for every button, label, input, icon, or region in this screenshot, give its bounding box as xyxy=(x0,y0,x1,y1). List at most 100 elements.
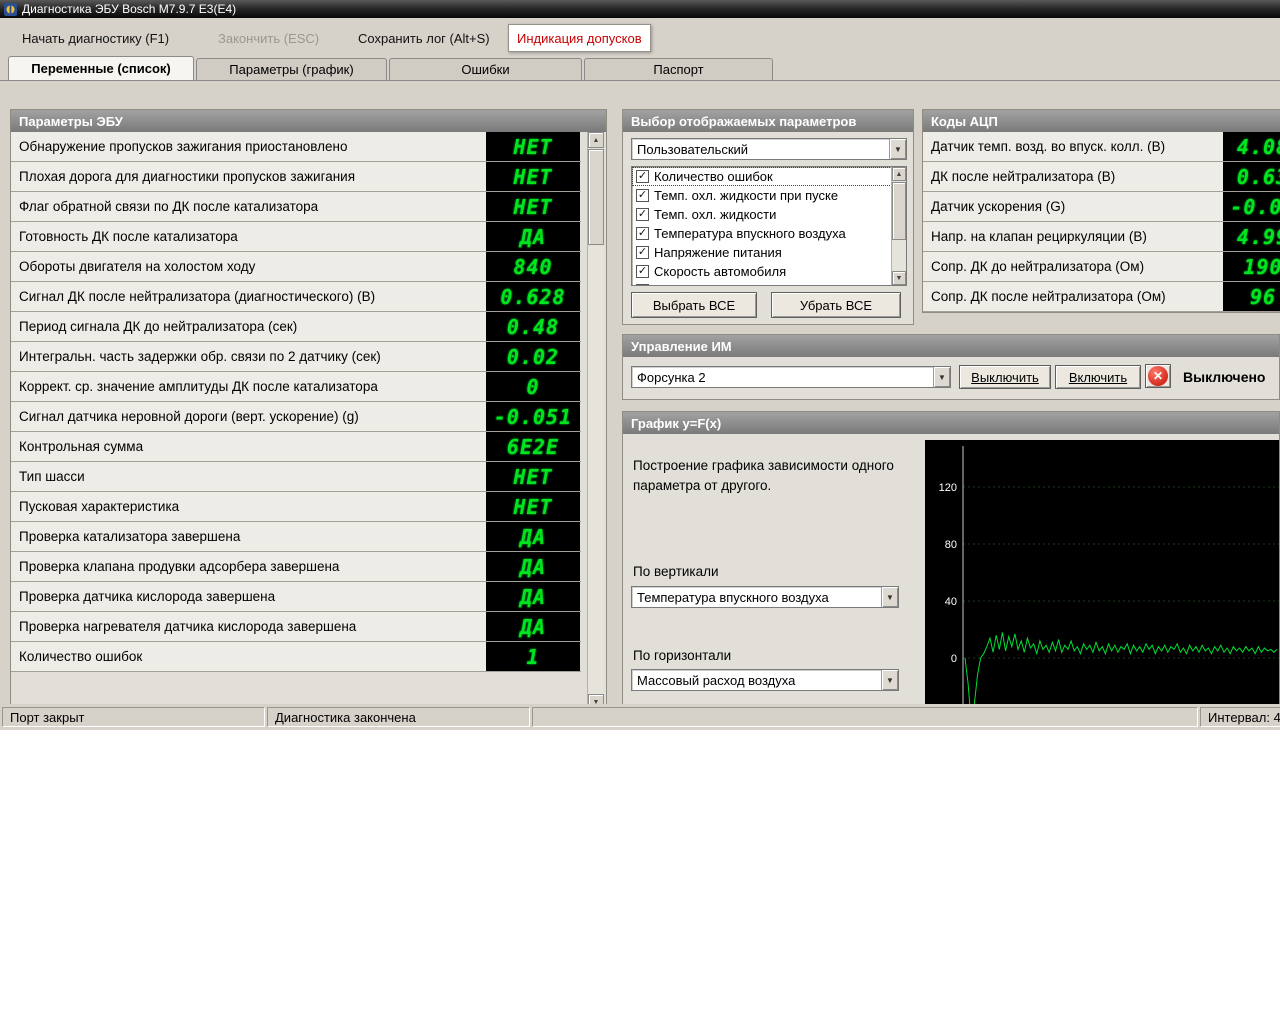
chevron-down-icon[interactable]: ▼ xyxy=(881,587,898,607)
checklist-item[interactable]: ✓Напряжение питания xyxy=(632,243,906,262)
param-label: Тип шасси xyxy=(11,462,486,491)
tab-passport[interactable]: Паспорт xyxy=(584,58,773,80)
param-value: 1 xyxy=(486,642,580,671)
app-icon xyxy=(4,3,17,16)
param-value: 190 xyxy=(1223,252,1280,281)
checkbox-icon[interactable]: ✓ xyxy=(636,246,649,259)
table-row[interactable]: Плохая дорога для диагностики пропусков … xyxy=(11,162,581,192)
param-label: Контрольная сумма xyxy=(11,432,486,461)
horizontal-axis-label: По горизонтали xyxy=(633,648,731,663)
scroll-up-icon[interactable]: ▲ xyxy=(588,132,604,148)
param-value: 840 xyxy=(486,252,580,281)
table-row[interactable]: Напр. на клапан рециркуляции (В)4.99 xyxy=(923,222,1280,252)
actuator-dropdown[interactable]: Форсунка 2 ▼ xyxy=(631,366,951,388)
table-row[interactable]: Сопр. ДК после нейтрализатора (Ом)96 xyxy=(923,282,1280,312)
save-log-button[interactable]: Сохранить лог (Alt+S) xyxy=(350,27,498,49)
preset-dropdown[interactable]: Пользовательский ▼ xyxy=(631,138,907,160)
table-row[interactable]: ДК после нейтрализатора (В)0.63 xyxy=(923,162,1280,192)
param-label: Проверка датчика кислорода завершена xyxy=(11,582,486,611)
checklist-scrollbar[interactable]: ▲ ▼ xyxy=(891,167,906,285)
table-row[interactable]: Готовность ДК после катализатораДА xyxy=(11,222,581,252)
checklist-item[interactable]: ✓ Темп. охл. жидкости при пуске xyxy=(632,186,906,205)
clear-all-button[interactable]: Убрать ВСЕ xyxy=(771,292,901,318)
select-all-button[interactable]: Выбрать ВСЕ xyxy=(631,292,757,318)
checkbox-icon[interactable]: ✓ xyxy=(636,227,649,240)
checklist-item[interactable]: ✓ xyxy=(632,281,906,286)
status-interval: Интервал: 4 xyxy=(1200,707,1280,727)
start-diagnostics-button[interactable]: Начать диагностику (F1) xyxy=(14,27,177,49)
table-row[interactable]: Тип шассиНЕТ xyxy=(11,462,581,492)
horizontal-axis-dropdown[interactable]: Массовый расход воздуха ▼ xyxy=(631,669,899,691)
vertical-axis-dropdown[interactable]: Температура впускного воздуха ▼ xyxy=(631,586,899,608)
actuator-off-button[interactable]: Выключить xyxy=(959,365,1051,389)
tolerance-indication-button[interactable]: Индикация допусков xyxy=(508,24,651,52)
param-value: НЕТ xyxy=(486,192,580,221)
table-row[interactable]: Датчик ускорения (G)-0.05 xyxy=(923,192,1280,222)
scrollbar-thumb[interactable] xyxy=(588,149,604,245)
title-bar[interactable]: Диагностика ЭБУ Bosch M7.9.7 E3(E4) xyxy=(0,0,1280,18)
stop-diagnostics-button[interactable]: Закончить (ESC) xyxy=(210,27,327,49)
table-row[interactable]: Контрольная сумма6E2E xyxy=(11,432,581,462)
table-row[interactable]: Коррект. ср. значение амплитуды ДК после… xyxy=(11,372,581,402)
graph-panel-header: График y=F(x) xyxy=(623,412,1279,434)
param-label: Датчик темп. возд. во впуск. колл. (В) xyxy=(923,132,1223,161)
status-empty xyxy=(532,707,1198,727)
param-label: Период сигнала ДК до нейтрализатора (сек… xyxy=(11,312,486,341)
table-row[interactable]: Проверка катализатора завершенаДА xyxy=(11,522,581,552)
vertical-axis-value: Температура впускного воздуха xyxy=(632,587,881,607)
param-label: Обороты двигателя на холостом ходу xyxy=(11,252,486,281)
table-row[interactable]: Период сигнала ДК до нейтрализатора (сек… xyxy=(11,312,581,342)
chevron-down-icon[interactable]: ▼ xyxy=(933,367,950,387)
table-row[interactable]: Интегральн. часть задержки обр. связи по… xyxy=(11,342,581,372)
param-label: Датчик ускорения (G) xyxy=(923,192,1223,221)
svg-text:40: 40 xyxy=(945,596,957,608)
checkbox-icon[interactable]: ✓ xyxy=(636,208,649,221)
param-value: 4.08 xyxy=(1223,132,1280,161)
checklist-item[interactable]: ✓ Количество ошибок xyxy=(632,167,906,186)
checklist-item-label: Количество ошибок xyxy=(654,169,773,184)
table-row[interactable]: Сигнал датчика неровной дороги (верт. ус… xyxy=(11,402,581,432)
scrollbar-thumb[interactable] xyxy=(892,182,906,240)
table-row[interactable]: Датчик темп. возд. во впуск. колл. (В)4.… xyxy=(923,132,1280,162)
scroll-down-icon[interactable]: ▼ xyxy=(892,271,906,285)
checklist-item-label: Темп. охл. жидкости при пуске xyxy=(654,188,838,203)
checkbox-icon[interactable]: ✓ xyxy=(636,189,649,202)
table-row[interactable]: Сопр. ДК до нейтрализатора (Ом)190 xyxy=(923,252,1280,282)
checklist-item[interactable]: ✓Температура впускного воздуха xyxy=(632,224,906,243)
table-row[interactable]: Флаг обратной связи по ДК после катализа… xyxy=(11,192,581,222)
checklist-item-label: Скорость автомобиля xyxy=(654,264,786,279)
param-value: 0.02 xyxy=(486,342,580,371)
horizontal-axis-value: Массовый расход воздуха xyxy=(632,670,881,690)
chevron-down-icon[interactable]: ▼ xyxy=(881,670,898,690)
checkbox-icon[interactable]: ✓ xyxy=(636,265,649,278)
graph-description: Построение графика зависимости одного па… xyxy=(633,456,915,495)
table-row[interactable]: Проверка клапана продувки адсорбера заве… xyxy=(11,552,581,582)
checklist-item[interactable]: ✓Темп. охл. жидкости xyxy=(632,205,906,224)
checkbox-icon[interactable]: ✓ xyxy=(636,284,649,286)
table-row[interactable]: Количество ошибок1 xyxy=(11,642,581,672)
param-value: -0.051 xyxy=(486,402,580,431)
adc-codes-header: Коды АЦП xyxy=(923,110,1280,132)
checklist-item[interactable]: ✓ Скорость автомобиля xyxy=(632,262,906,281)
table-row[interactable]: Обнаружение пропусков зажигания приостан… xyxy=(11,132,581,162)
tab-errors[interactable]: Ошибки xyxy=(389,58,582,80)
scroll-up-icon[interactable]: ▲ xyxy=(892,167,906,181)
table-row[interactable]: Сигнал ДК после нейтрализатора (диагност… xyxy=(11,282,581,312)
content-area: Параметры ЭБУ Обнаружение пропусков зажи… xyxy=(0,80,1280,704)
actuator-on-button[interactable]: Включить xyxy=(1055,365,1141,389)
chevron-down-icon[interactable]: ▼ xyxy=(889,139,906,159)
param-value: ДА xyxy=(486,552,580,581)
param-label: Напр. на клапан рециркуляции (В) xyxy=(923,222,1223,251)
table-row[interactable]: Пусковая характеристикаНЕТ xyxy=(11,492,581,522)
tab-parameters-graph[interactable]: Параметры (график) xyxy=(196,58,387,80)
ecu-param-table: Обнаружение пропусков зажигания приостан… xyxy=(11,132,581,672)
table-row[interactable]: Проверка нагревателя датчика кислорода з… xyxy=(11,612,581,642)
ecu-table-scrollbar[interactable]: ▲ ▼ xyxy=(587,132,604,710)
checkbox-icon[interactable]: ✓ xyxy=(636,170,649,183)
graph-plot-area: 12080400-40 xyxy=(925,440,1280,717)
actuator-stop-button[interactable]: ✕ xyxy=(1145,364,1171,388)
table-row[interactable]: Проверка датчика кислорода завершенаДА xyxy=(11,582,581,612)
table-row[interactable]: Обороты двигателя на холостом ходу840 xyxy=(11,252,581,282)
param-label: Флаг обратной связи по ДК после катализа… xyxy=(11,192,486,221)
tab-variables-list[interactable]: Переменные (список) xyxy=(8,56,194,80)
